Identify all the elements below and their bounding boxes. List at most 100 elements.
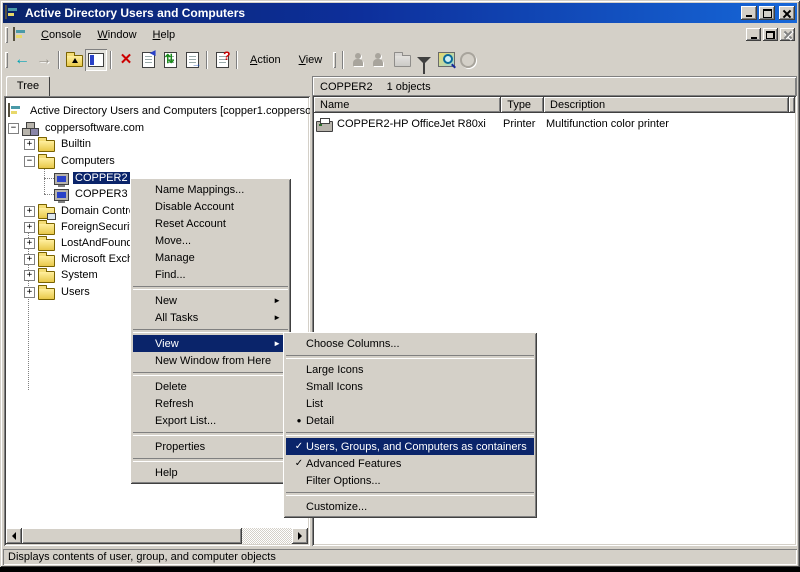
console-icon [13,28,31,42]
expand-box[interactable]: + [24,222,35,233]
folder-icon [38,140,55,152]
forward-icon: → [36,53,52,67]
tree-item-builtin[interactable]: + Builtin [6,136,308,152]
checkmark-icon: ✓ [293,441,305,452]
submenu-arrow-icon: ► [273,296,288,305]
expand-box[interactable]: + [24,206,35,217]
menu-item-find[interactable]: Find... [133,266,288,283]
column-header-name[interactable]: Name [314,97,501,113]
filter-funnel-icon [417,57,431,64]
menu-item-delete[interactable]: Delete [133,378,288,395]
expand-box[interactable]: + [24,139,35,150]
add-member-icon [394,55,411,67]
context-menu: Name Mappings... Disable Account Reset A… [130,178,291,484]
child-minimize-button[interactable] [746,28,761,41]
new-group-button-disabled [369,49,391,71]
submenu-item-large-icons[interactable]: Large Icons [286,361,534,378]
export-list-icon: → [186,52,199,68]
submenu-item-filter-options[interactable]: Filter Options... [286,472,534,489]
list-row-printer[interactable]: COPPER2-HP OfficeJet R80xi Printer Multi… [316,116,786,132]
show-console-tree-button[interactable] [85,49,107,71]
tree-item-computers[interactable]: − Computers [6,153,308,169]
collapse-box[interactable]: − [8,123,19,134]
column-header-type[interactable]: Type [501,97,544,113]
toolbar-grip[interactable] [333,52,336,68]
child-restore-icon [766,31,775,39]
menu-window[interactable]: Window [89,27,144,43]
back-icon: ← [14,53,30,67]
view-menu[interactable]: View [290,51,332,69]
menu-item-manage[interactable]: Manage [133,249,288,266]
tree-horizontal-scrollbar[interactable] [6,528,308,544]
tree-item-domain[interactable]: − coppersoftware.com [6,120,308,136]
toolbar-separator [58,51,60,69]
result-pane-banner: COPPER2 1 objects [312,76,797,97]
menu-item-new-window-from-here[interactable]: New Window from Here [133,352,288,369]
menu-separator [133,283,288,292]
menu-item-move[interactable]: Move... [133,232,288,249]
find-button[interactable] [435,49,457,71]
tree-item-root[interactable]: Active Directory Users and Computers [co… [6,103,308,119]
up-one-level-button[interactable] [63,49,85,71]
menu-item-all-tasks[interactable]: All Tasks► [133,309,288,326]
refresh-button[interactable]: ⇅ [159,49,181,71]
menu-console[interactable]: Console [33,27,89,43]
child-close-button[interactable] [780,28,795,41]
menu-separator [286,489,534,498]
menu-item-reset-account[interactable]: Reset Account [133,215,288,232]
scroll-right-button[interactable] [292,528,308,544]
menu-item-properties[interactable]: Properties [133,438,288,455]
forward-button[interactable]: → [33,49,55,71]
scroll-right-icon [298,532,306,540]
menu-help[interactable]: Help [145,27,184,43]
up-folder-icon [66,55,83,67]
submenu-item-small-icons[interactable]: Small Icons [286,378,534,395]
properties-button[interactable]: ◄ [137,49,159,71]
menu-item-export-list[interactable]: Export List... [133,412,288,429]
submenu-item-detail[interactable]: ●Detail [286,412,534,429]
menu-separator [133,326,288,335]
close-button[interactable] [779,6,795,20]
submenu-item-customize[interactable]: Customize... [286,498,534,515]
expand-box[interactable]: + [24,254,35,265]
maximize-button[interactable] [759,6,775,20]
menu-item-view[interactable]: View► [133,335,288,352]
column-header-description[interactable]: Description [544,97,789,113]
menu-item-help[interactable]: Help [133,464,288,481]
back-button[interactable]: ← [11,49,33,71]
delete-button[interactable]: ✕ [115,49,137,71]
scroll-track[interactable] [242,528,292,544]
submenu-item-users-groups-computers-as-containers[interactable]: ✓Users, Groups, and Computers as contain… [286,438,534,455]
expand-box[interactable]: + [24,270,35,281]
menu-separator [133,429,288,438]
special-action-button-disabled [457,49,479,71]
screen: Active Directory Users and Computers Con… [0,0,800,572]
tree-tab[interactable]: Tree [6,76,50,96]
menu-item-refresh[interactable]: Refresh [133,395,288,412]
menu-item-disable-account[interactable]: Disable Account [133,198,288,215]
submenu-item-advanced-features[interactable]: ✓Advanced Features [286,455,534,472]
submenu-item-list[interactable]: List [286,395,534,412]
collapse-box[interactable]: − [24,156,35,167]
submenu-item-choose-columns[interactable]: Choose Columns... [286,335,534,352]
scroll-thumb[interactable] [22,528,242,544]
folder-icon [38,255,55,267]
find-icon [438,52,455,67]
minimize-button[interactable] [741,6,757,20]
menu-item-name-mappings[interactable]: Name Mappings... [133,181,288,198]
rebar-grip[interactable] [5,27,8,43]
expand-box[interactable]: + [24,238,35,249]
expand-box[interactable]: + [24,287,35,298]
checkmark-icon: ✓ [293,458,305,469]
child-restore-button[interactable] [763,28,778,41]
scroll-left-button[interactable] [6,528,22,544]
banner-object-count: 1 objects [387,81,431,93]
help-button[interactable]: ? [211,49,233,71]
filter-button[interactable] [413,49,435,71]
menu-item-new[interactable]: New► [133,292,288,309]
action-menu[interactable]: Action [241,51,290,69]
status-bar: Displays contents of user, group, and co… [2,547,798,566]
export-list-button[interactable]: → [181,49,203,71]
toolbar-grip[interactable] [5,52,8,68]
tree-tab-label: Tree [17,80,39,92]
